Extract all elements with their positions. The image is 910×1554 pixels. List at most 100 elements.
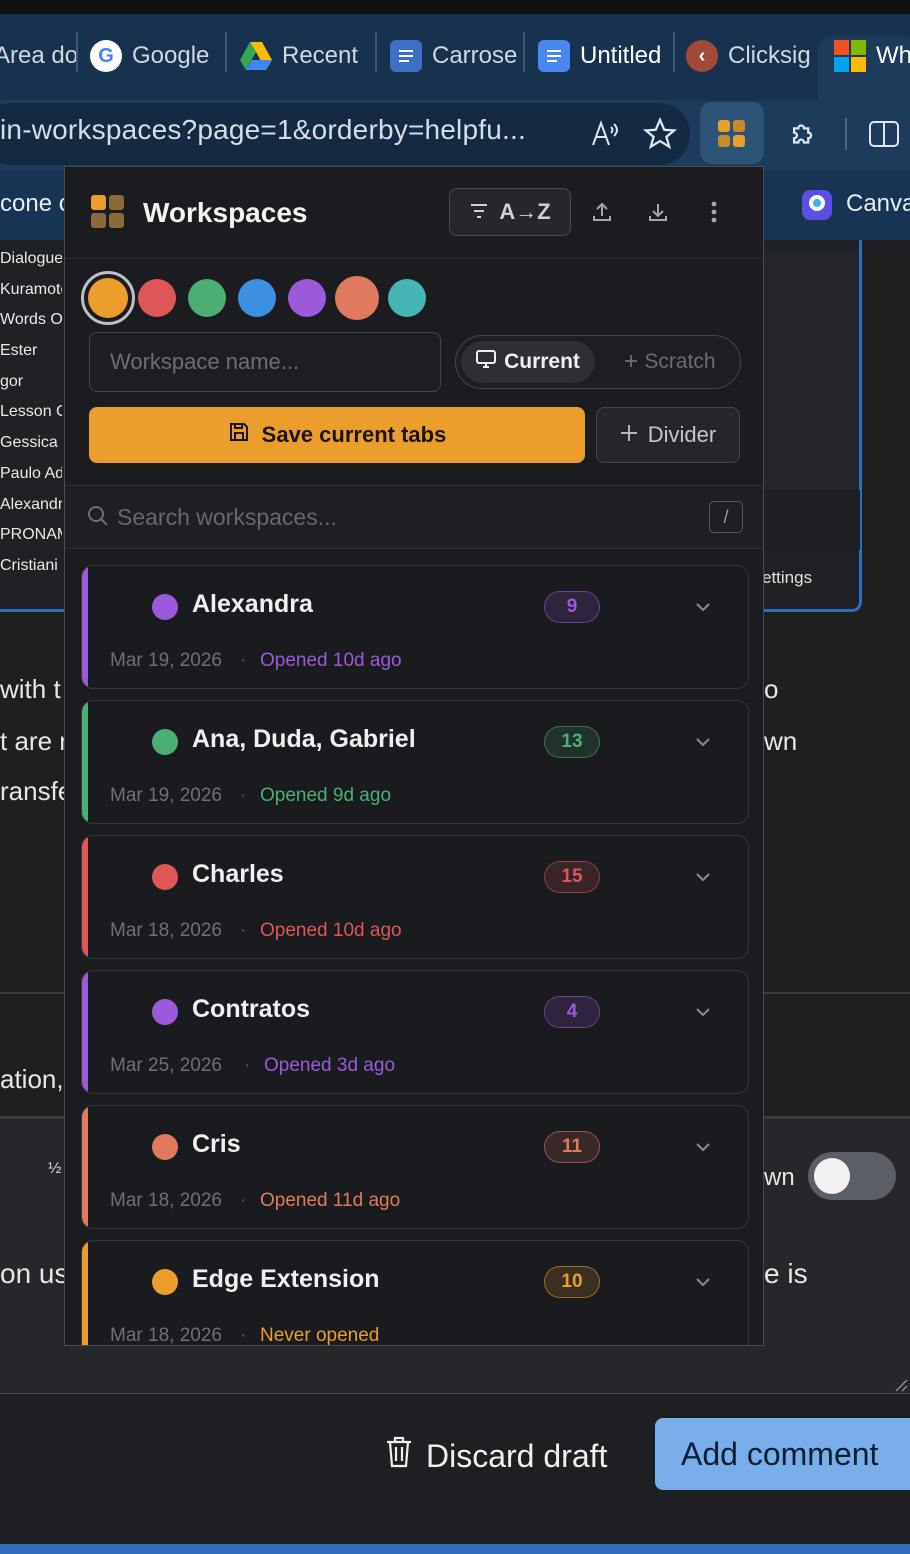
card-accent bbox=[82, 701, 88, 823]
tab-count-badge: 11 bbox=[544, 1131, 600, 1163]
extensions-puzzle-icon[interactable] bbox=[786, 116, 822, 152]
chevron-down-icon[interactable] bbox=[692, 1001, 714, 1023]
tab-separator bbox=[673, 32, 675, 72]
bookmark-left[interactable]: cone c bbox=[0, 190, 71, 218]
tab-label: Untitled bbox=[580, 42, 662, 69]
list-item[interactable]: Gessica bbox=[0, 434, 62, 465]
workspace-card[interactable]: Edge Extension 10 Mar 18, 2026 · Never o… bbox=[81, 1240, 749, 1346]
workspace-color-dot bbox=[152, 864, 178, 890]
import-icon[interactable] bbox=[643, 197, 673, 227]
tab-untitled[interactable]: Untitled bbox=[538, 36, 670, 76]
workspaces-popup: Workspaces A→Z Current Scratch bbox=[64, 166, 764, 1346]
tab-clicksign[interactable]: ‹ Clicksig bbox=[686, 36, 816, 76]
resize-handle-icon[interactable] bbox=[892, 1376, 908, 1392]
color-swatch-red[interactable] bbox=[138, 279, 176, 317]
search-workspaces-input[interactable] bbox=[117, 497, 677, 537]
sort-label: A→Z bbox=[499, 199, 551, 224]
tab-count-badge: 15 bbox=[544, 861, 600, 893]
tab-separator bbox=[375, 32, 377, 72]
list-item[interactable]: Words Of bbox=[0, 311, 62, 342]
split-screen-icon[interactable] bbox=[866, 118, 902, 150]
add-comment-button[interactable]: Add comment bbox=[655, 1418, 910, 1490]
workspace-color-dot bbox=[152, 594, 178, 620]
tab-google[interactable]: G Google bbox=[90, 36, 209, 76]
bottom-accent-bar bbox=[0, 1544, 910, 1554]
add-divider-button[interactable]: Divider bbox=[596, 407, 740, 463]
workspace-name-input[interactable] bbox=[89, 332, 441, 392]
workspace-card[interactable]: Ana, Duda, Gabriel 13 Mar 19, 2026 · Ope… bbox=[81, 700, 749, 824]
list-item[interactable]: Alexandra bbox=[0, 496, 62, 527]
list-item[interactable]: PRONAM bbox=[0, 526, 62, 557]
favorite-star-icon[interactable] bbox=[642, 116, 678, 152]
discard-draft-button[interactable]: Discard draft bbox=[384, 1430, 607, 1482]
chevron-down-icon[interactable] bbox=[692, 596, 714, 618]
workspace-opened: Opened 3d ago bbox=[264, 1055, 396, 1076]
chevron-down-icon[interactable] bbox=[692, 731, 714, 753]
divider-label: Divider bbox=[647, 422, 717, 447]
list-item[interactable]: Ester bbox=[0, 342, 62, 373]
mode-scratch-button[interactable]: Scratch bbox=[605, 341, 735, 383]
sort-button[interactable]: A→Z bbox=[449, 188, 571, 236]
plus-icon bbox=[620, 422, 638, 448]
workspace-date: Mar 19, 2026 bbox=[110, 785, 222, 806]
list-item[interactable]: Paulo Ad bbox=[0, 465, 62, 496]
color-swatch-blue[interactable] bbox=[238, 279, 276, 317]
tab-separator bbox=[523, 32, 525, 72]
tab-recent[interactable]: Recent bbox=[240, 36, 358, 76]
tab-bar: Area do G Google Recent Carrose Untitled… bbox=[0, 14, 910, 114]
list-item[interactable]: Dialogue bbox=[0, 250, 62, 281]
list-item[interactable]: Lesson C bbox=[0, 403, 62, 434]
more-options-icon[interactable] bbox=[699, 197, 729, 227]
url-text[interactable]: in-workspaces?page=1&orderby=helpfu... bbox=[0, 114, 560, 146]
background-right-area bbox=[762, 250, 858, 490]
google-docs-icon bbox=[390, 40, 422, 72]
background-text: on us bbox=[0, 1258, 69, 1289]
meta-separator: · bbox=[240, 920, 247, 941]
tab-separator bbox=[225, 32, 227, 72]
color-swatch-green[interactable] bbox=[188, 279, 226, 317]
tab-label: Area do bbox=[0, 42, 79, 69]
toggle-knob bbox=[814, 1158, 850, 1194]
workspace-name: Charles bbox=[192, 860, 284, 888]
tab-microsoft[interactable]: Wh bbox=[834, 36, 910, 76]
workspace-opened: Never opened bbox=[260, 1325, 380, 1346]
color-swatch-purple[interactable] bbox=[288, 279, 326, 317]
fraction-icon[interactable]: ½ bbox=[48, 1160, 61, 1178]
meta-separator: · bbox=[240, 1190, 247, 1211]
workspace-name: Edge Extension bbox=[192, 1265, 380, 1293]
background-text: with t bbox=[0, 674, 61, 704]
settings-link[interactable]: ettings bbox=[762, 568, 812, 588]
tab-area-do[interactable]: Area do bbox=[0, 36, 78, 76]
chevron-down-icon[interactable] bbox=[692, 1136, 714, 1158]
chevron-down-icon[interactable] bbox=[692, 866, 714, 888]
bookmark-canva[interactable]: Canva bbox=[846, 190, 910, 218]
workspace-opened: Opened 10d ago bbox=[260, 650, 402, 671]
workspaces-extension-button[interactable] bbox=[700, 102, 764, 164]
list-item[interactable]: Kuramoto bbox=[0, 281, 62, 312]
meta-separator: · bbox=[240, 1325, 247, 1346]
background-text: ransfe bbox=[0, 776, 73, 806]
workspace-card[interactable]: Charles 15 Mar 18, 2026 · Opened 10d ago bbox=[81, 835, 749, 959]
workspace-name: Contratos bbox=[192, 995, 311, 1023]
color-swatch-orange[interactable] bbox=[88, 278, 128, 318]
workspace-card[interactable]: Contratos 4 Mar 25, 2026 · Opened 3d ago bbox=[81, 970, 749, 1094]
export-icon[interactable] bbox=[587, 197, 617, 227]
background-text: wn bbox=[764, 726, 798, 756]
background-text: t are r bbox=[0, 726, 68, 756]
list-item[interactable]: Cristiani bbox=[0, 557, 62, 588]
color-swatch-teal[interactable] bbox=[388, 279, 426, 317]
save-current-tabs-button[interactable]: Save current tabs bbox=[89, 407, 585, 463]
monitor-icon bbox=[476, 350, 497, 374]
color-swatch-coral[interactable] bbox=[335, 276, 379, 320]
canva-icon bbox=[800, 188, 834, 222]
mode-current-button[interactable]: Current bbox=[461, 341, 595, 383]
list-item[interactable]: gor bbox=[0, 373, 62, 404]
chevron-down-icon[interactable] bbox=[692, 1271, 714, 1293]
workspace-color-dot bbox=[152, 999, 178, 1025]
read-aloud-icon[interactable] bbox=[588, 116, 622, 150]
microsoft-icon bbox=[834, 40, 866, 72]
tab-carrossel[interactable]: Carrose bbox=[390, 36, 520, 76]
workspace-card[interactable]: Cris 11 Mar 18, 2026 · Opened 11d ago bbox=[81, 1105, 749, 1229]
card-accent bbox=[82, 566, 88, 688]
workspace-card[interactable]: Alexandra 9 Mar 19, 2026 · Opened 10d ag… bbox=[81, 565, 749, 689]
